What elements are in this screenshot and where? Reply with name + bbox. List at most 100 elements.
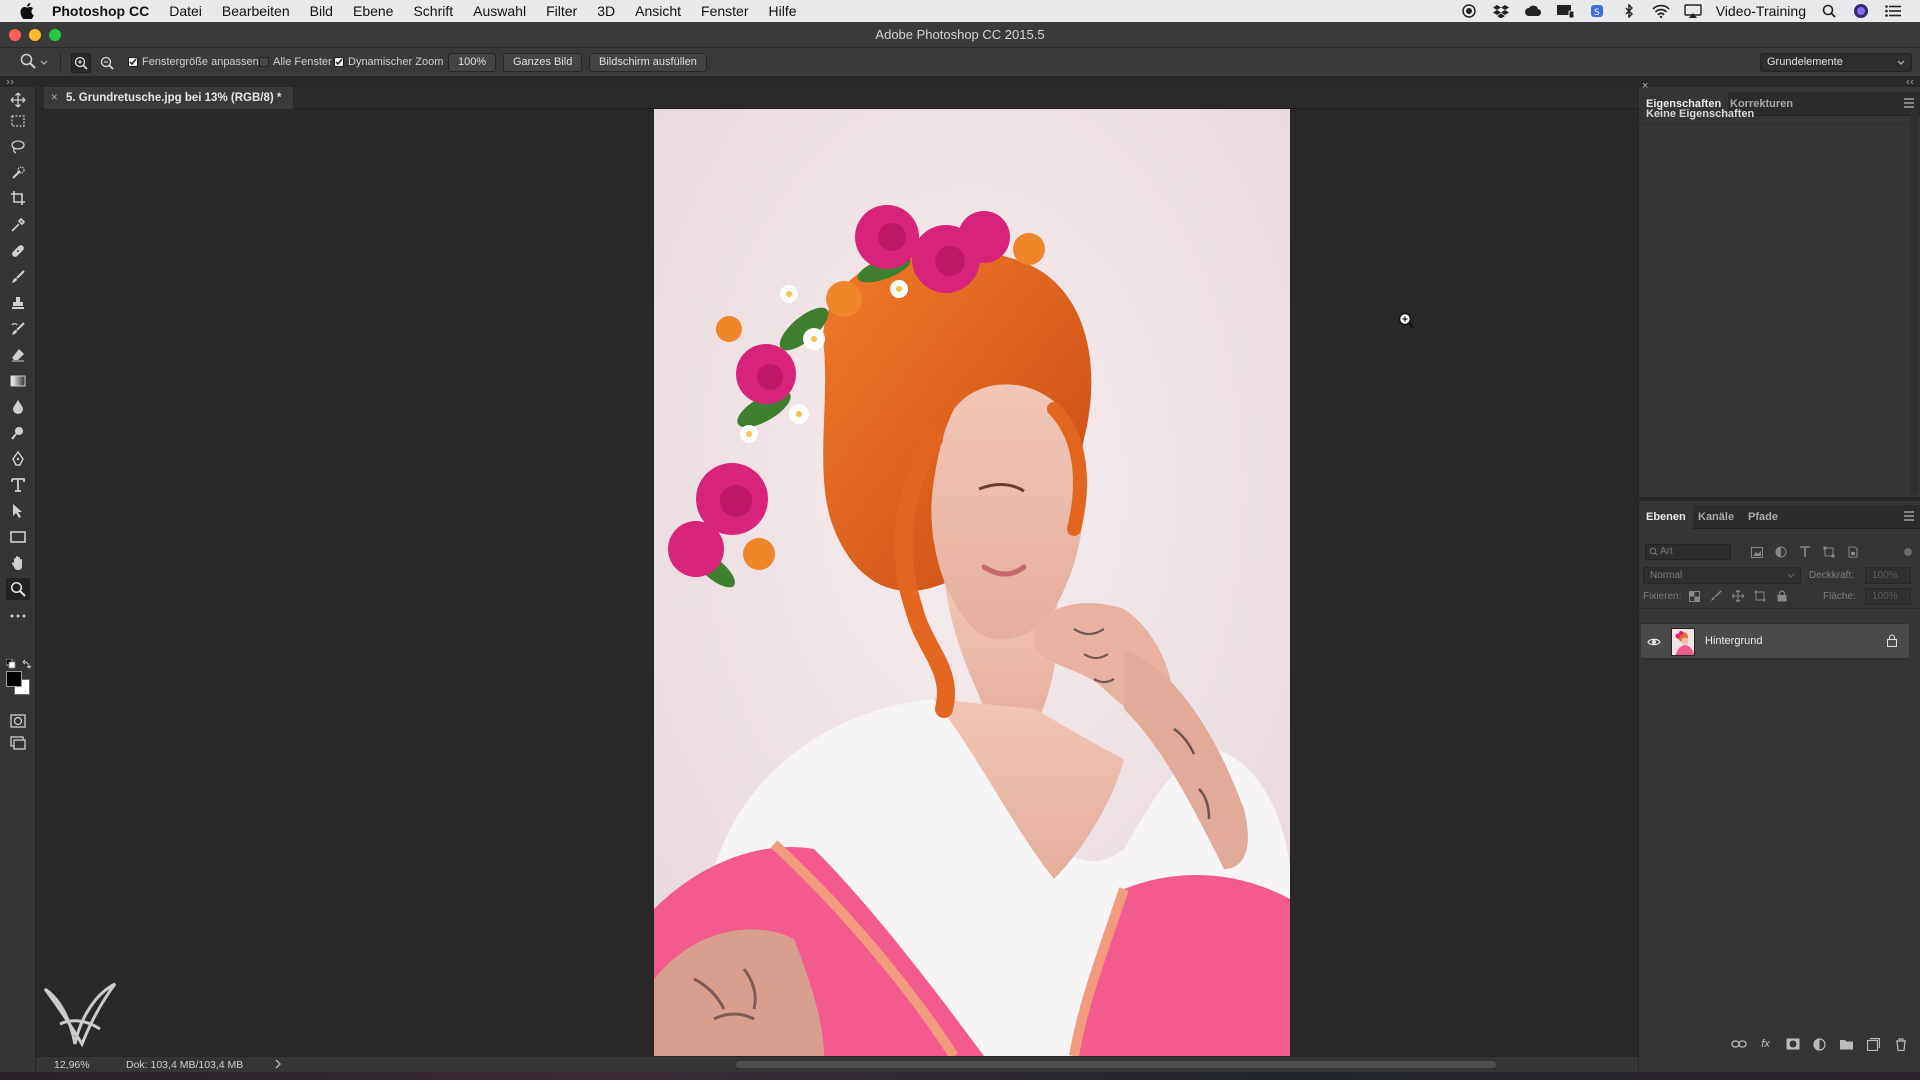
document-canvas[interactable] (36, 109, 1638, 1056)
bluetooth-icon[interactable] (1620, 3, 1638, 19)
filter-type-icon[interactable] (1797, 545, 1812, 559)
expand-arrows-icon[interactable] (1904, 79, 1914, 85)
visibility-eye-icon[interactable] (1645, 633, 1663, 651)
lock-transparency-icon[interactable] (1687, 589, 1701, 603)
new-group-folder-icon[interactable] (1838, 1037, 1855, 1052)
link-layers-icon[interactable] (1730, 1037, 1747, 1052)
filter-toggle-switch[interactable] (1904, 548, 1912, 556)
blend-mode-select[interactable]: Normal (1643, 567, 1801, 584)
blur-tool[interactable] (6, 396, 30, 418)
zoom-level[interactable]: 12,96% (54, 1059, 90, 1071)
type-tool[interactable] (6, 474, 30, 496)
menu-3d[interactable]: 3D (597, 3, 615, 19)
new-layer-icon[interactable] (1865, 1037, 1882, 1052)
apple-icon[interactable] (16, 0, 38, 22)
close-dock-icon[interactable]: × (1642, 80, 1648, 92)
dodge-tool[interactable] (6, 422, 30, 444)
crop-tool[interactable] (6, 187, 30, 209)
brush-tool[interactable] (6, 266, 30, 288)
opacity-input[interactable]: 100% (1865, 567, 1911, 584)
panel-menu-icon[interactable] (1903, 98, 1915, 111)
menu-app-name[interactable]: Photoshop CC (52, 3, 149, 19)
zoom-tool[interactable] (6, 578, 30, 600)
notification-center-icon[interactable] (1884, 3, 1902, 19)
properties-scrollbar[interactable] (1910, 111, 1918, 495)
record-icon[interactable] (1460, 3, 1478, 19)
tool-preset-picker[interactable] (20, 53, 48, 72)
menu-auswahl[interactable]: Auswahl (473, 3, 526, 19)
horizontal-scrollbar[interactable] (736, 1061, 1496, 1068)
eyedropper-tool[interactable] (6, 214, 30, 236)
menu-bild[interactable]: Bild (310, 3, 333, 19)
screen-mode-button[interactable] (6, 732, 30, 754)
filter-pixel-icon[interactable] (1749, 545, 1764, 559)
path-selection-tool[interactable] (6, 500, 30, 522)
zoom-in-button[interactable] (71, 53, 91, 73)
menu-schrift[interactable]: Schrift (413, 3, 453, 19)
lasso-tool[interactable] (6, 136, 30, 158)
menu-filter[interactable]: Filter (546, 3, 577, 19)
foreground-color-swatch[interactable] (6, 671, 22, 687)
marquee-tool[interactable] (6, 110, 30, 132)
clone-stamp-tool[interactable] (6, 292, 30, 314)
color-swatches[interactable] (6, 659, 32, 695)
pen-tool[interactable] (6, 448, 30, 470)
move-tool[interactable] (6, 89, 30, 111)
status-menu-chevron-icon[interactable] (274, 1058, 282, 1073)
rectangle-tool[interactable] (6, 526, 30, 548)
gradient-tool[interactable] (6, 370, 30, 392)
healing-brush-tool[interactable] (6, 240, 30, 262)
menu-fenster[interactable]: Fenster (701, 3, 748, 19)
panel-menu-icon[interactable] (1903, 511, 1915, 524)
lock-artboard-icon[interactable] (1753, 589, 1767, 603)
fit-window-checkbox[interactable]: Fenstergröße anpassen (128, 56, 259, 68)
wifi-icon[interactable] (1652, 3, 1670, 19)
tab-pfade[interactable]: Pfade (1741, 505, 1785, 529)
layer-name[interactable]: Hintergrund (1705, 635, 1762, 647)
close-tab-icon[interactable]: × (51, 87, 58, 109)
all-windows-checkbox[interactable]: Alle Fenster (259, 56, 332, 68)
menu-datei[interactable]: Datei (169, 3, 202, 19)
add-mask-icon[interactable] (1784, 1037, 1801, 1052)
tab-ebenen[interactable]: Ebenen (1639, 505, 1693, 529)
document-tab[interactable]: × 5. Grundretusche.jpg bei 13% (RGB/8) * (44, 87, 295, 109)
quick-selection-tool[interactable] (6, 162, 30, 184)
edit-toolbar-button[interactable] (6, 605, 30, 627)
eraser-tool[interactable] (6, 344, 30, 366)
user-name[interactable]: Video-Training (1716, 3, 1806, 19)
fill-screen-button[interactable]: Bildschirm ausfüllen (589, 53, 707, 72)
zoom-100-button[interactable]: 100% (448, 53, 497, 72)
default-colors-icon[interactable] (6, 659, 16, 669)
dynamic-zoom-checkbox[interactable]: Dynamischer Zoom (334, 56, 443, 68)
panel-divider[interactable] (1639, 497, 1920, 501)
menu-ansicht[interactable]: Ansicht (635, 3, 681, 19)
layer-style-fx-icon[interactable]: fx (1757, 1037, 1774, 1052)
filter-smart-object-icon[interactable] (1845, 545, 1860, 559)
zoom-out-button[interactable] (97, 53, 117, 73)
fill-input[interactable]: 100% (1865, 588, 1911, 605)
airplay-icon[interactable] (1684, 3, 1702, 19)
history-brush-tool[interactable] (6, 318, 30, 340)
lock-pixels-icon[interactable] (1709, 589, 1723, 603)
workspace-select[interactable]: Grundelemente (1760, 53, 1912, 72)
fit-screen-button[interactable]: Ganzes Bild (503, 53, 583, 72)
layer-row[interactable]: Hintergrund (1641, 623, 1909, 659)
quick-mask-button[interactable] (6, 710, 30, 732)
creative-cloud-icon[interactable] (1524, 3, 1542, 19)
display-icon[interactable] (1556, 3, 1574, 19)
spotlight-icon[interactable] (1820, 3, 1838, 19)
menu-bearbeiten[interactable]: Bearbeiten (222, 3, 290, 19)
delete-layer-trash-icon[interactable] (1892, 1037, 1909, 1052)
tab-kanaele[interactable]: Kanäle (1691, 505, 1741, 529)
menu-ebene[interactable]: Ebene (353, 3, 393, 19)
lock-position-icon[interactable] (1731, 589, 1745, 603)
swap-colors-icon[interactable] (22, 659, 32, 669)
filter-shape-icon[interactable] (1821, 545, 1836, 559)
lock-all-icon[interactable] (1775, 589, 1789, 603)
layer-filter-select[interactable]: Art (1645, 544, 1731, 560)
filter-adjustment-icon[interactable] (1773, 545, 1788, 559)
document-image[interactable] (654, 109, 1290, 1056)
siri-icon[interactable] (1852, 3, 1870, 19)
adjustment-layer-icon[interactable] (1811, 1037, 1828, 1052)
dropbox-icon[interactable] (1492, 3, 1510, 19)
